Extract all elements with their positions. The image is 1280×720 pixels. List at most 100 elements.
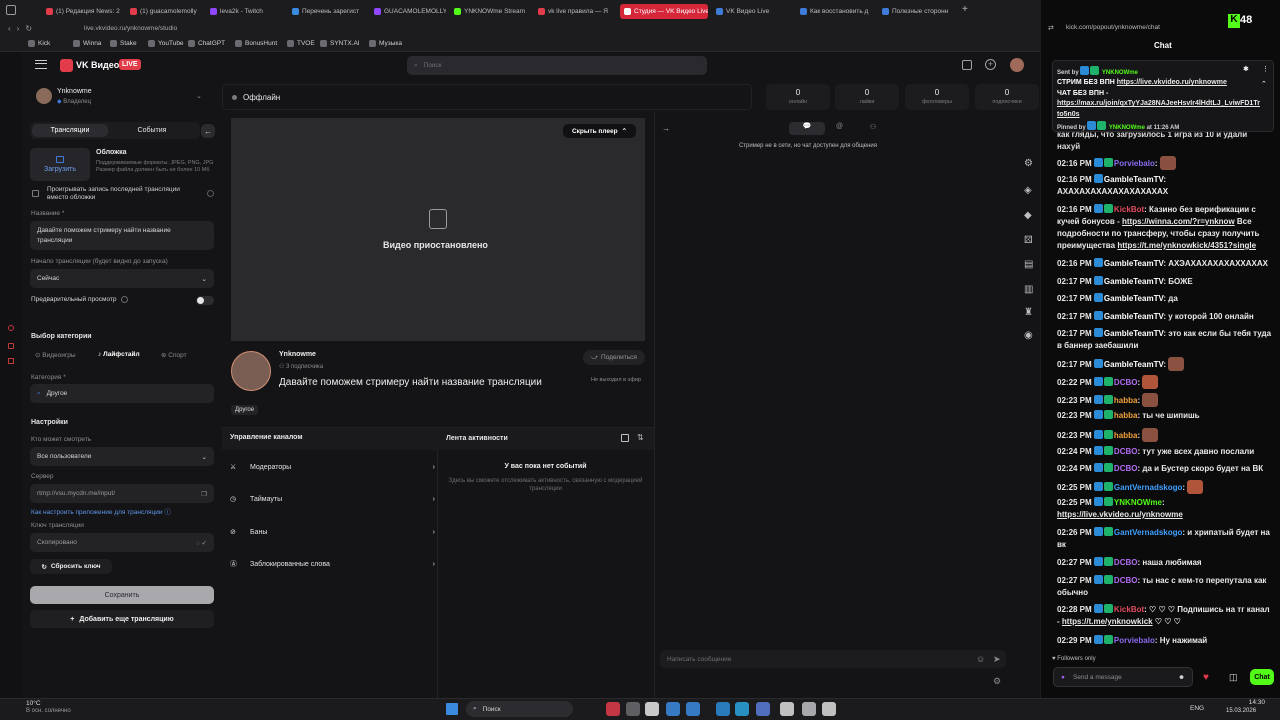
settings-icon[interactable]	[802, 702, 816, 716]
vk-chat-input[interactable]: Написать сообщение	[660, 650, 1006, 668]
browser-tab[interactable]: GUACAMOLEMOLLY	[370, 4, 446, 19]
title-input[interactable]: Давайте поможем стримеру найти название …	[30, 221, 214, 250]
trophy-icon[interactable]: ♜	[1024, 307, 1033, 318]
emoji-icon[interactable]: ☺	[976, 654, 985, 664]
message-username[interactable]: DCBO	[1114, 378, 1138, 387]
taskbar-search[interactable]: ⌕ Поиск	[466, 701, 573, 717]
message-username[interactable]: habba	[1114, 411, 1138, 420]
filter-icon[interactable]: ⇅	[637, 433, 644, 442]
manage-item-blocked-words[interactable]: Ⓐ Заблокированные слова ›	[230, 551, 435, 577]
message-username[interactable]: GambleTeamTV	[1104, 329, 1163, 338]
message-username[interactable]: Porviebalo	[1114, 159, 1155, 168]
key-input[interactable]: Скопировано ◌ ✓	[30, 533, 214, 552]
add-broadcast-button[interactable]: + Добавить еще трансляцию	[30, 610, 214, 628]
hide-player-button[interactable]: Скрыть плеер ⌃	[563, 124, 636, 138]
gear-icon[interactable]: ⚙	[993, 676, 1001, 687]
bookmark-item[interactable]: TVOE	[287, 40, 315, 47]
bookmark-item[interactable]: SYNTX.AI	[320, 40, 360, 47]
window-menu-icon[interactable]	[6, 5, 16, 15]
message-link[interactable]: https://t.me/ynknowkick/4351?single	[1117, 241, 1256, 250]
expand-icon[interactable]: →	[662, 124, 670, 133]
start-select[interactable]: Сейчас ⌄	[30, 269, 214, 288]
play-last-checkbox[interactable]	[32, 190, 39, 197]
message-username[interactable]: KickBot	[1114, 605, 1144, 614]
message-username[interactable]: GambleTeamTV	[1104, 259, 1163, 268]
message-username[interactable]: Porviebalo	[1114, 636, 1155, 645]
browser-tab[interactable]: Полезные сторонн	[878, 4, 958, 19]
bookmark-item[interactable]: Kick	[28, 40, 50, 47]
message-username[interactable]: habba	[1114, 396, 1138, 405]
bookmark-item[interactable]: ChatGPT	[188, 40, 225, 47]
studio-icon[interactable]	[962, 60, 972, 70]
strip-icon[interactable]	[8, 358, 14, 364]
message-username[interactable]: GambleTeamTV	[1104, 277, 1163, 286]
message-username[interactable]: GambleTeamTV	[1104, 312, 1163, 321]
upload-cover-button[interactable]: Загрузить	[30, 148, 90, 181]
kick-url-text[interactable]: kick.com/popout/ynknowme/chat	[1066, 24, 1160, 31]
server-input[interactable]: rtmp://vsu.mycdn.me/input/❐	[30, 484, 214, 503]
yandex-icon[interactable]	[645, 702, 659, 716]
bookmark-item[interactable]: Stake	[110, 40, 137, 47]
message-username[interactable]: GambleTeamTV	[1104, 360, 1163, 369]
message-username[interactable]: DCBO	[1114, 464, 1138, 473]
new-tab-icon[interactable]: +	[962, 4, 968, 15]
app-icon[interactable]	[626, 702, 640, 716]
more-icon[interactable]: ⋮	[1262, 65, 1269, 73]
strip-icon[interactable]	[8, 343, 14, 349]
browser-tab[interactable]: Как восстановить д	[796, 4, 874, 19]
browser-tab[interactable]: Студия — VK Видео Live	[620, 4, 708, 19]
diamond-icon[interactable]: ◈	[1024, 185, 1032, 196]
message-username[interactable]: KickBot	[1114, 205, 1144, 214]
streamer-avatar[interactable]	[231, 351, 271, 391]
bookmark-item[interactable]: BonusHunt	[235, 40, 277, 47]
message-username[interactable]: DCBO	[1114, 558, 1138, 567]
browser-tab[interactable]: (1) Редакция News: 2	[42, 4, 122, 19]
video-player[interactable]	[231, 118, 645, 341]
windows-icon[interactable]	[446, 703, 458, 715]
tab-broadcasts[interactable]: Трансляции	[32, 124, 108, 137]
manage-item-timeouts[interactable]: ◷ Таймауты ›	[230, 486, 435, 512]
clock-time[interactable]: 14:30	[1229, 699, 1265, 706]
who-select[interactable]: Все пользователи ⌄	[30, 447, 214, 466]
discord-icon[interactable]	[756, 702, 770, 716]
category-input[interactable]: ⌕ Другое	[30, 384, 214, 403]
dice-icon[interactable]: ⚄	[1024, 235, 1033, 246]
chat-bubble-icon[interactable]: ◉	[1024, 330, 1033, 341]
doc-icon[interactable]: ▤	[1024, 259, 1033, 270]
browser-tab[interactable]: leva2k - Twitch	[206, 4, 284, 19]
nav-arrows-icon[interactable]: ‹›↻	[8, 24, 38, 33]
browser-tab[interactable]: VK Видео Live	[712, 4, 792, 19]
message-username[interactable]: GantVernadskogo	[1114, 528, 1182, 537]
help-icon[interactable]	[121, 296, 128, 303]
browser-tab[interactable]: vk live правила — Я	[534, 4, 616, 19]
howto-link[interactable]: Как настроить приложение для трансляции …	[31, 506, 171, 516]
mail-icon[interactable]	[716, 702, 730, 716]
strip-icon[interactable]	[8, 325, 14, 331]
mouse-icon[interactable]: ◫	[1229, 672, 1238, 683]
menu-icon[interactable]	[35, 60, 47, 69]
browser-tab[interactable]: Перечень зарегист	[288, 4, 366, 19]
message-username[interactable]: YNKNOWme	[1114, 498, 1162, 507]
media-icon[interactable]	[822, 702, 836, 716]
store-icon[interactable]	[686, 702, 700, 716]
reset-key-button[interactable]: ↻ Сбросить ключ	[30, 559, 112, 574]
gem-icon[interactable]: ◆	[1024, 210, 1032, 221]
message-username[interactable]: DCBO	[1114, 447, 1138, 456]
message-username[interactable]: DCBO	[1114, 576, 1138, 585]
pin-icon[interactable]: ✱	[1243, 65, 1249, 73]
preview-toggle[interactable]	[196, 296, 214, 305]
cat-tab-lifestyle[interactable]: ♪ Лайфстайл	[98, 351, 140, 358]
message-username[interactable]: GambleTeamTV	[1104, 175, 1163, 184]
chat-send-button[interactable]: Chat	[1250, 669, 1274, 685]
save-button[interactable]: Сохранить	[30, 586, 214, 604]
chart-icon[interactable]: ▥	[1024, 284, 1033, 295]
copy-icon[interactable]: ❐	[201, 490, 207, 498]
users-tab[interactable]: ⚇	[870, 123, 876, 131]
bookmark-item[interactable]: Winna	[73, 40, 101, 47]
manage-item-bans[interactable]: ⊘ Баны ›	[230, 519, 435, 545]
browser-tab[interactable]: YNKNOWme Stream	[450, 4, 530, 19]
tag-chip[interactable]: Другое	[231, 405, 259, 415]
url-text[interactable]: live.vkvideo.ru/ynknowme/studio	[84, 25, 177, 32]
tab-events[interactable]: События	[114, 124, 190, 137]
avatar[interactable]	[1010, 58, 1024, 72]
